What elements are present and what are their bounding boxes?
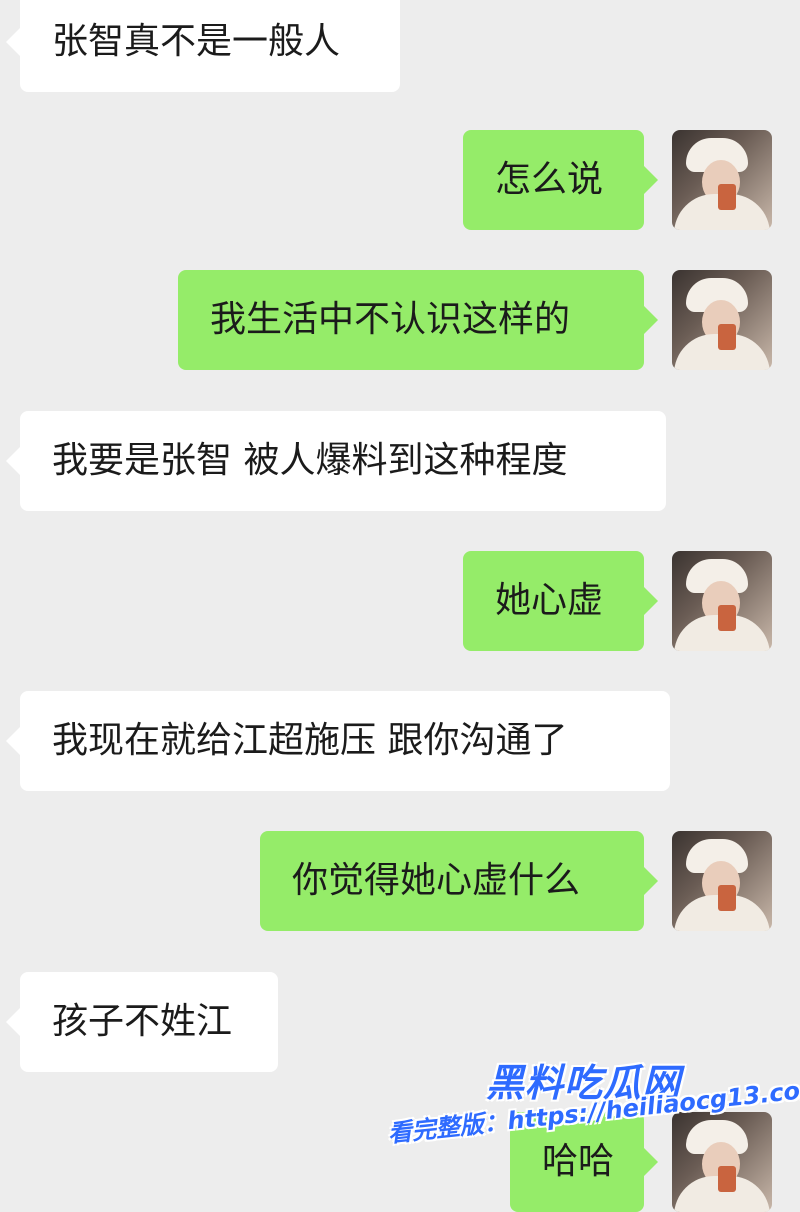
outgoing-message[interactable]: 我生活中不认识这样的 [178,270,658,370]
avatar-cup [718,1166,736,1192]
avatar-cup [718,605,736,631]
outgoing-message[interactable]: 你觉得她心虚什么 [260,831,658,931]
outgoing-message[interactable]: 她心虚 [463,551,658,651]
avatar[interactable] [672,130,772,230]
outgoing-message[interactable]: 哈哈 [510,1112,658,1212]
outgoing-message[interactable]: 怎么说 [463,130,658,230]
incoming-message[interactable]: 张智真不是一般人 [6,0,400,92]
avatar[interactable] [672,831,772,931]
avatar[interactable] [672,270,772,370]
incoming-message[interactable]: 我现在就给江超施压 跟你沟通了 [6,691,670,791]
avatar-cup [718,184,736,210]
avatar[interactable] [672,551,772,651]
incoming-message[interactable]: 我要是张智 被人爆料到这种程度 [6,411,666,511]
avatar[interactable] [672,1112,772,1212]
avatar-cup [718,324,736,350]
watermark-logo: 黑料吃瓜网 [486,1061,682,1105]
incoming-message[interactable]: 孩子不姓江 [6,972,278,1072]
avatar-cup [718,885,736,911]
